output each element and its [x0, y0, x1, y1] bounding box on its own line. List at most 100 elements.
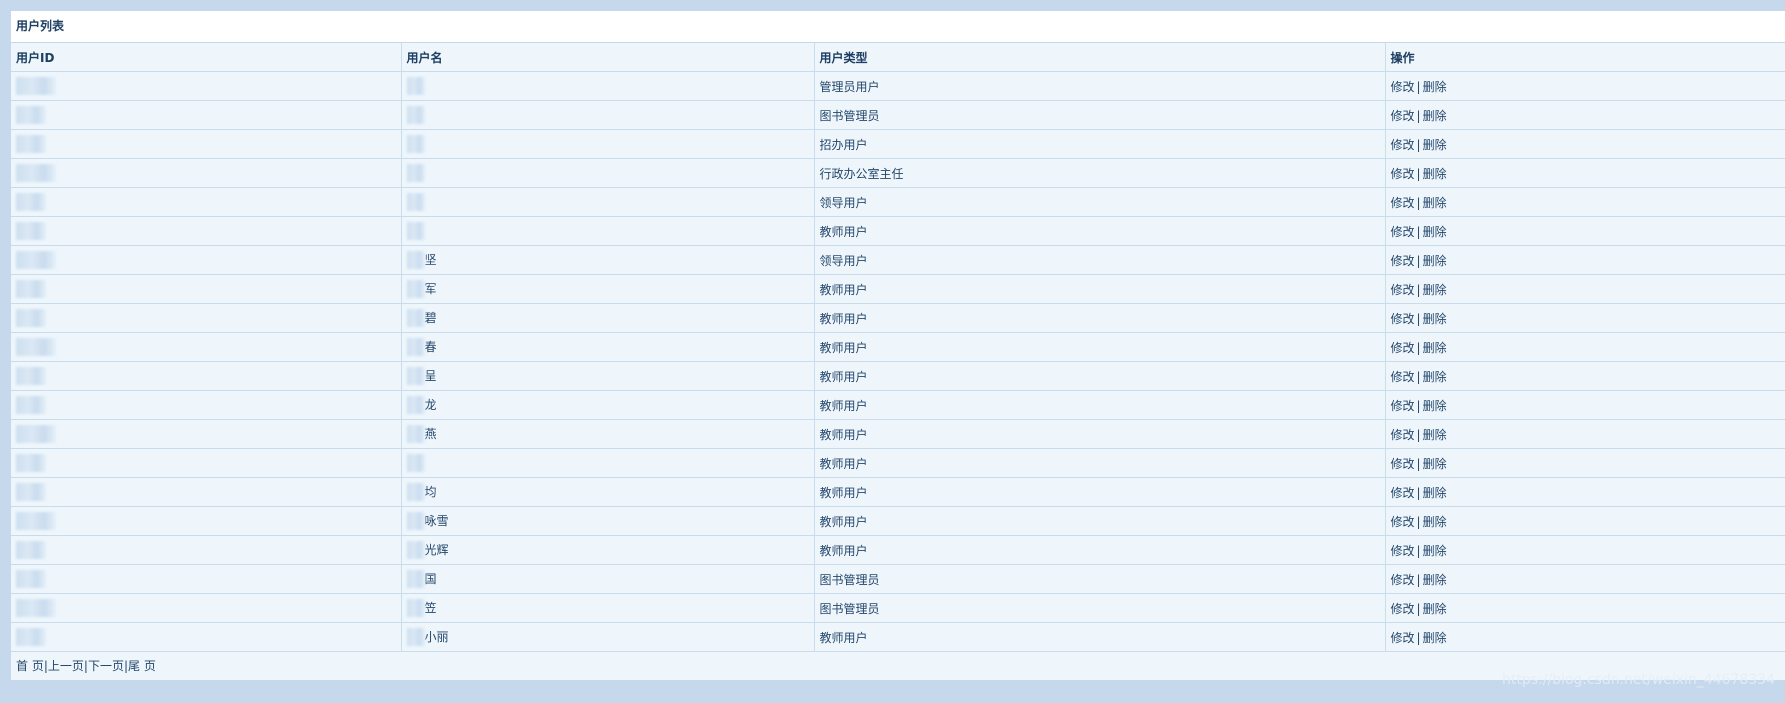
action-separator: |	[1416, 485, 1421, 500]
cell-actions: 修改 | 删除	[1385, 506, 1785, 536]
delete-link[interactable]: 删除	[1423, 631, 1447, 645]
next-page-link[interactable]: 下一页	[88, 659, 124, 673]
cell-user-type: 教师用户	[814, 535, 1386, 565]
cell-user-id	[11, 361, 402, 391]
action-separator: |	[1416, 572, 1421, 587]
delete-link[interactable]: 删除	[1423, 544, 1447, 558]
edit-link[interactable]: 修改	[1391, 544, 1415, 558]
delete-link[interactable]: 删除	[1423, 254, 1447, 268]
username-text: 春	[424, 339, 437, 354]
table-body: 管理员用户 修改 | 删除 图书管理员 修改 | 删除 招办用户 修改 | 删除 行政办公室主任 修改 | 删…	[11, 71, 1785, 652]
delete-link[interactable]: 删除	[1423, 573, 1447, 587]
username-text: 呈	[424, 368, 437, 383]
edit-link[interactable]: 修改	[1391, 109, 1415, 123]
cell-username: 燕	[401, 419, 815, 449]
cell-username: 呈	[401, 361, 815, 391]
cell-user-id	[11, 216, 402, 246]
delete-link[interactable]: 删除	[1423, 80, 1447, 94]
cell-user-id	[11, 564, 402, 594]
cell-actions: 修改 | 删除	[1385, 129, 1785, 159]
table-row: 燕 教师用户 修改 | 删除	[11, 419, 1785, 449]
delete-link[interactable]: 删除	[1423, 515, 1447, 529]
edit-link[interactable]: 修改	[1391, 370, 1415, 384]
redacted-user-id	[16, 135, 46, 153]
redacted-username	[406, 599, 425, 618]
cell-username: 笠	[401, 593, 815, 623]
delete-link[interactable]: 删除	[1423, 341, 1447, 355]
delete-link[interactable]: 删除	[1423, 167, 1447, 181]
username-text: 军	[424, 281, 437, 296]
watermark: https://blog.csdn.net/weixin_44678334	[1501, 672, 1775, 688]
edit-link[interactable]: 修改	[1391, 167, 1415, 181]
edit-link[interactable]: 修改	[1391, 602, 1415, 616]
edit-link[interactable]: 修改	[1391, 486, 1415, 500]
cell-user-type: 图书管理员	[814, 100, 1386, 130]
cell-user-type: 管理员用户	[814, 71, 1386, 101]
delete-link[interactable]: 删除	[1423, 602, 1447, 616]
cell-user-type: 教师用户	[814, 448, 1386, 478]
edit-link[interactable]: 修改	[1391, 138, 1415, 152]
username-text: 国	[424, 571, 437, 586]
cell-username	[401, 216, 815, 246]
edit-link[interactable]: 修改	[1391, 457, 1415, 471]
cell-user-type: 教师用户	[814, 361, 1386, 391]
redacted-user-id	[16, 512, 56, 530]
delete-link[interactable]: 删除	[1423, 370, 1447, 384]
edit-link[interactable]: 修改	[1391, 196, 1415, 210]
cell-user-type: 教师用户	[814, 390, 1386, 420]
delete-link[interactable]: 删除	[1423, 312, 1447, 326]
cell-username: 均	[401, 477, 815, 507]
edit-link[interactable]: 修改	[1391, 631, 1415, 645]
cell-actions: 修改 | 删除	[1385, 622, 1785, 652]
cell-user-id	[11, 390, 402, 420]
delete-link[interactable]: 删除	[1423, 457, 1447, 471]
cell-username: 碧	[401, 303, 815, 333]
edit-link[interactable]: 修改	[1391, 341, 1415, 355]
delete-link[interactable]: 删除	[1423, 196, 1447, 210]
cell-actions: 修改 | 删除	[1385, 390, 1785, 420]
delete-link[interactable]: 删除	[1423, 109, 1447, 123]
delete-link[interactable]: 删除	[1423, 225, 1447, 239]
username-text: 坚	[424, 252, 437, 267]
cell-username	[401, 187, 815, 217]
prev-page-link[interactable]: 上一页	[48, 659, 84, 673]
action-separator: |	[1416, 543, 1421, 558]
cell-user-id	[11, 158, 402, 188]
username-text: 小丽	[424, 629, 449, 644]
edit-link[interactable]: 修改	[1391, 312, 1415, 326]
edit-link[interactable]: 修改	[1391, 399, 1415, 413]
redacted-username	[406, 222, 425, 240]
cell-actions: 修改 | 删除	[1385, 448, 1785, 478]
cell-user-type: 行政办公室主任	[814, 158, 1386, 188]
first-page-link[interactable]: 首 页	[16, 659, 44, 673]
redacted-user-id	[16, 396, 46, 414]
edit-link[interactable]: 修改	[1391, 80, 1415, 94]
cell-username: 光辉	[401, 535, 815, 565]
action-separator: |	[1416, 108, 1421, 123]
header-username: 用户名	[401, 43, 815, 72]
cell-user-id	[11, 622, 402, 652]
cell-user-type: 教师用户	[814, 332, 1386, 362]
edit-link[interactable]: 修改	[1391, 254, 1415, 268]
cell-user-id	[11, 71, 402, 101]
delete-link[interactable]: 删除	[1423, 138, 1447, 152]
edit-link[interactable]: 修改	[1391, 428, 1415, 442]
cell-actions: 修改 | 删除	[1385, 303, 1785, 333]
redacted-username	[406, 338, 425, 357]
cell-user-type: 教师用户	[814, 506, 1386, 536]
table-row: 教师用户 修改 | 删除	[11, 448, 1785, 478]
delete-link[interactable]: 删除	[1423, 283, 1447, 297]
delete-link[interactable]: 删除	[1423, 399, 1447, 413]
redacted-user-id	[16, 193, 46, 211]
redacted-username	[406, 367, 425, 386]
delete-link[interactable]: 删除	[1423, 428, 1447, 442]
delete-link[interactable]: 删除	[1423, 486, 1447, 500]
edit-link[interactable]: 修改	[1391, 225, 1415, 239]
edit-link[interactable]: 修改	[1391, 283, 1415, 297]
username-text: 均	[424, 484, 437, 499]
edit-link[interactable]: 修改	[1391, 573, 1415, 587]
cell-user-type: 图书管理员	[814, 564, 1386, 594]
last-page-link[interactable]: 尾 页	[128, 659, 156, 673]
edit-link[interactable]: 修改	[1391, 515, 1415, 529]
cell-actions: 修改 | 删除	[1385, 216, 1785, 246]
